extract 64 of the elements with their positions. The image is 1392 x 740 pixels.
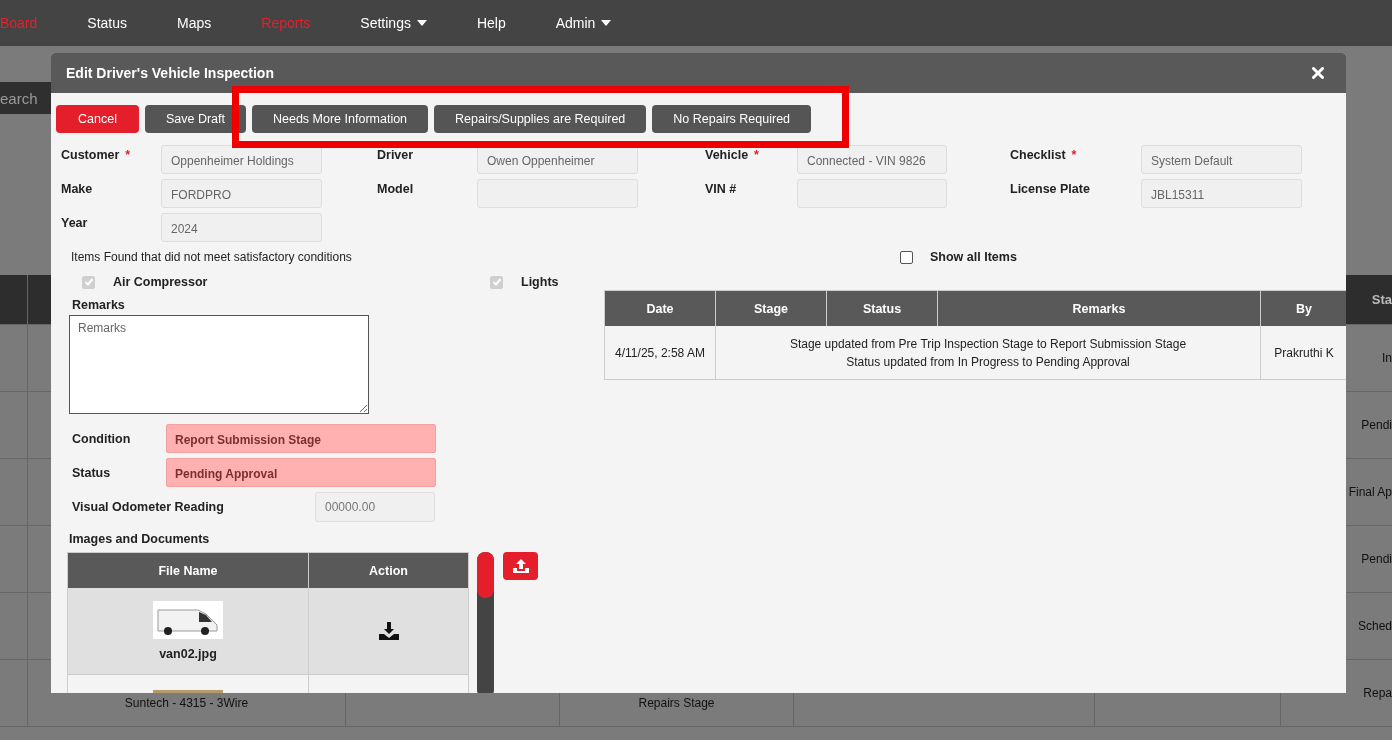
caret-icon: [601, 20, 612, 26]
caret-icon: [416, 20, 427, 26]
input-field[interactable]: 2024: [161, 213, 322, 242]
field-label: VIN #: [705, 181, 738, 196]
status-field: Pending Approval: [166, 458, 436, 487]
checkbox[interactable]: [900, 250, 913, 264]
field-label: Visual Odometer Reading: [72, 500, 225, 514]
upload-button[interactable]: [503, 552, 538, 580]
upload-icon: [512, 559, 529, 573]
input-field[interactable]: JBL15311: [1141, 179, 1302, 208]
table-cell: Suntech - 4315 - 3Wire: [124, 696, 249, 710]
nav-link[interactable]: Maps: [177, 15, 212, 31]
table-cell: 4/11/25, 2:58 AM: [605, 326, 716, 379]
input-field[interactable]: FORDPRO: [161, 179, 322, 208]
field-label: Year: [61, 215, 89, 230]
field-label: Condition: [72, 431, 132, 446]
nav-link[interactable]: Status: [87, 15, 128, 31]
section-label: Items Found that did not meet satisfactory conditions: [71, 250, 353, 264]
table-cell-text: Prakruthi K: [1273, 344, 1335, 362]
remarks-textarea[interactable]: Remarks: [69, 315, 369, 414]
nav-link[interactable]: Help: [476, 15, 506, 31]
modal-title: Edit Driver's Vehicle Inspection: [66, 65, 274, 81]
table-cell: Final Ap: [1348, 485, 1392, 499]
column-header: Sta: [1371, 292, 1392, 307]
scrollbar[interactable]: [477, 552, 494, 693]
field-label: Vehicle *: [705, 147, 760, 162]
action-button[interactable]: Repairs/Supplies are Required: [434, 105, 647, 133]
column-header: By: [1295, 300, 1313, 318]
action-button[interactable]: Save Draft: [144, 105, 246, 133]
field-label: License Plate: [1010, 181, 1091, 196]
table-cell: Repa: [1363, 686, 1392, 700]
table-cell: Pendi: [1361, 552, 1392, 566]
action-button[interactable]: Needs More Information: [252, 105, 429, 133]
field-label: Model: [377, 181, 415, 196]
checkbox-label: Air Compressor: [113, 275, 208, 289]
action-button[interactable]: Cancel: [56, 105, 139, 133]
field-label: Remarks: [72, 298, 125, 312]
field-label: Make: [61, 181, 94, 196]
table-cell: Stage updated from Pre Trip Inspection Stage to Report Submission Stage: [789, 336, 1187, 351]
download-icon[interactable]: [378, 622, 399, 640]
table-cell: Repairs Stage: [638, 696, 715, 710]
table-cell: Status updated from In Progress to Pending Approval: [846, 354, 1130, 369]
input-field[interactable]: Connected - VIN 9826: [797, 145, 947, 174]
input-field[interactable]: Oppenheimer Holdings: [161, 145, 322, 174]
checkbox-label: Show all Items: [930, 250, 1017, 264]
field-label: Customer *: [61, 147, 132, 162]
action-button[interactable]: No Repairs Required: [652, 105, 812, 133]
nav-link[interactable]: Admin: [555, 15, 612, 31]
file-name: van02.jpg: [159, 647, 217, 661]
table-cell: Pendi: [1361, 418, 1392, 432]
nav-link[interactable]: Settings: [360, 15, 427, 31]
status-field: Report Submission Stage: [166, 424, 436, 453]
input-field[interactable]: System Default: [1141, 145, 1302, 174]
field-label: Status: [72, 465, 112, 480]
table-cell: In: [1382, 351, 1392, 365]
field-label: Checklist *: [1010, 147, 1078, 162]
column-header: Action: [368, 562, 409, 580]
table-cell: Sched: [1357, 619, 1392, 633]
field-label: Driver: [377, 147, 415, 162]
van-drawing: [153, 601, 223, 639]
section-label: Images and Documents: [69, 532, 210, 546]
odometer-input[interactable]: 00000.00: [315, 492, 435, 522]
close-icon[interactable]: [1312, 67, 1324, 79]
checkbox-label: Lights: [521, 275, 559, 289]
